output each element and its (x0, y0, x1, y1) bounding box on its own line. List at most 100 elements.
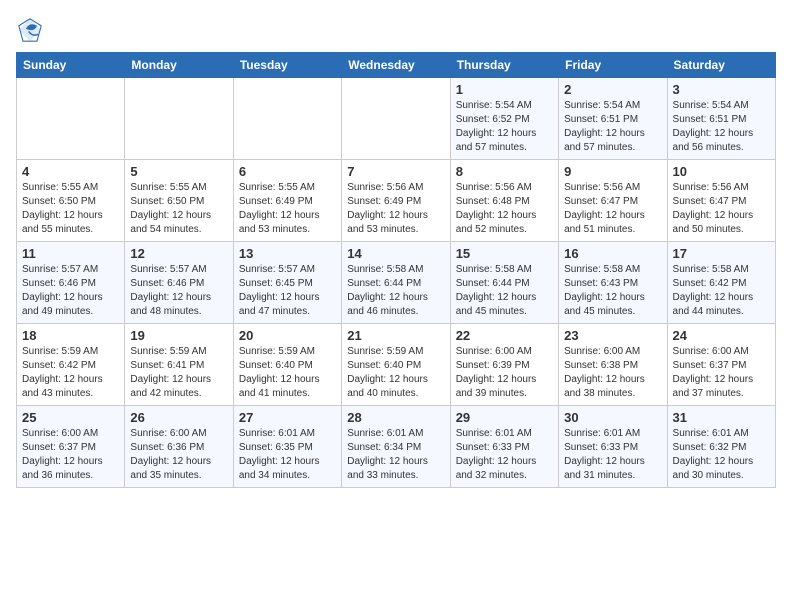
day-info: Sunrise: 5:59 AM Sunset: 6:40 PM Dayligh… (239, 345, 336, 401)
calendar-cell: 12 Sunrise: 5:57 AM Sunset: 6:46 PM Dayli… (125, 242, 233, 324)
day-info: Sunrise: 6:00 AM Sunset: 6:36 PM Dayligh… (130, 427, 227, 483)
calendar-cell: 6Sunrise: 5:55 AM Sunset: 6:49 PM Daylig… (233, 160, 341, 242)
calendar-cell (233, 78, 341, 160)
day-info: Sunrise: 5:56 AM Sunset: 6:47 PM Dayligh… (673, 181, 770, 237)
day-number: 10 (673, 164, 770, 179)
calendar-cell: 18 Sunrise: 5:59 AM Sunset: 6:42 PM Dayli… (17, 324, 125, 406)
header-day-friday: Friday (559, 53, 667, 78)
day-info: Sunrise: 5:55 AM Sunset: 6:50 PM Dayligh… (130, 181, 227, 237)
day-number: 15 (456, 246, 553, 261)
day-number: 6 (239, 164, 336, 179)
calendar-cell: 20 Sunrise: 5:59 AM Sunset: 6:40 PM Dayli… (233, 324, 341, 406)
calendar-table: SundayMondayTuesdayWednesdayThursdayFrid… (16, 52, 776, 488)
day-number: 22 (456, 328, 553, 343)
day-number: 14 (347, 246, 444, 261)
calendar-cell: 15Sunrise: 5:58 AM Sunset: 6:44 PM Dayli… (450, 242, 558, 324)
calendar-cell (125, 78, 233, 160)
calendar-cell: 8 Sunrise: 5:56 AM Sunset: 6:48 PM Daylig… (450, 160, 558, 242)
calendar-cell: 28 Sunrise: 6:01 AM Sunset: 6:34 PM Dayli… (342, 406, 450, 488)
calendar-cell: 1 Sunrise: 5:54 AM Sunset: 6:52 PM Daylig… (450, 78, 558, 160)
calendar-cell: 10 Sunrise: 5:56 AM Sunset: 6:47 PM Dayli… (667, 160, 775, 242)
day-info: Sunrise: 5:54 AM Sunset: 6:51 PM Dayligh… (564, 99, 661, 155)
calendar-cell: 23 Sunrise: 6:00 AM Sunset: 6:38 PM Dayli… (559, 324, 667, 406)
calendar-cell (342, 78, 450, 160)
calendar-cell: 3 Sunrise: 5:54 AM Sunset: 6:51 PM Daylig… (667, 78, 775, 160)
day-info: Sunrise: 5:59 AM Sunset: 6:40 PM Dayligh… (347, 345, 444, 401)
logo (16, 16, 48, 44)
day-number: 19 (130, 328, 227, 343)
day-number: 28 (347, 410, 444, 425)
day-info: Sunrise: 6:00 AM Sunset: 6:39 PM Dayligh… (456, 345, 553, 401)
calendar-cell: 25 Sunrise: 6:00 AM Sunset: 6:37 PM Dayli… (17, 406, 125, 488)
day-info: Sunrise: 5:59 AM Sunset: 6:41 PM Dayligh… (130, 345, 227, 401)
day-number: 2 (564, 82, 661, 97)
calendar-cell: 16 Sunrise: 5:58 AM Sunset: 6:43 PM Dayli… (559, 242, 667, 324)
week-row-2: 4 Sunrise: 5:55 AM Sunset: 6:50 PM Daylig… (17, 160, 776, 242)
page-header (16, 16, 776, 44)
header-day-monday: Monday (125, 53, 233, 78)
day-number: 1 (456, 82, 553, 97)
calendar-cell: 7Sunrise: 5:56 AM Sunset: 6:49 PM Daylig… (342, 160, 450, 242)
day-number: 23 (564, 328, 661, 343)
day-number: 16 (564, 246, 661, 261)
day-info: Sunrise: 5:58 AM Sunset: 6:43 PM Dayligh… (564, 263, 661, 319)
day-number: 31 (673, 410, 770, 425)
day-info: Sunrise: 5:54 AM Sunset: 6:51 PM Dayligh… (673, 99, 770, 155)
day-info: Sunrise: 6:01 AM Sunset: 6:34 PM Dayligh… (347, 427, 444, 483)
day-info: Sunrise: 6:01 AM Sunset: 6:35 PM Dayligh… (239, 427, 336, 483)
calendar-cell: 11Sunrise: 5:57 AM Sunset: 6:46 PM Dayli… (17, 242, 125, 324)
day-number: 11 (22, 246, 119, 261)
day-info: Sunrise: 5:57 AM Sunset: 6:45 PM Dayligh… (239, 263, 336, 319)
day-info: Sunrise: 5:58 AM Sunset: 6:44 PM Dayligh… (347, 263, 444, 319)
calendar-header: SundayMondayTuesdayWednesdayThursdayFrid… (17, 53, 776, 78)
week-row-3: 11 Sunrise: 5:57 AM Sunset: 6:46 PM Dayli… (17, 242, 776, 324)
day-number: 29 (456, 410, 553, 425)
calendar-cell: 22 Sunrise: 6:00 AM Sunset: 6:39 PM Dayli… (450, 324, 558, 406)
day-number: 9 (564, 164, 661, 179)
day-number: 3 (673, 82, 770, 97)
week-row-1: 1 Sunrise: 5:54 AM Sunset: 6:52 PM Daylig… (17, 78, 776, 160)
day-info: Sunrise: 5:56 AM Sunset: 6:48 PM Dayligh… (456, 181, 553, 237)
day-info: Sunrise: 5:57 AM Sunset: 6:46 PM Dayligh… (130, 263, 227, 319)
calendar-cell: 2 Sunrise: 5:54 AM Sunset: 6:51 PM Daylig… (559, 78, 667, 160)
calendar-cell: 9 Sunrise: 5:56 AM Sunset: 6:47 PM Daylig… (559, 160, 667, 242)
day-number: 4 (22, 164, 119, 179)
day-info: Sunrise: 6:01 AM Sunset: 6:33 PM Dayligh… (564, 427, 661, 483)
header-day-sunday: Sunday (17, 53, 125, 78)
day-info: Sunrise: 5:59 AM Sunset: 6:42 PM Dayligh… (22, 345, 119, 401)
header-day-saturday: Saturday (667, 53, 775, 78)
day-number: 18 (22, 328, 119, 343)
day-info: Sunrise: 6:01 AM Sunset: 6:33 PM Dayligh… (456, 427, 553, 483)
day-info: Sunrise: 6:01 AM Sunset: 6:32 PM Dayligh… (673, 427, 770, 483)
day-info: Sunrise: 5:56 AM Sunset: 6:47 PM Dayligh… (564, 181, 661, 237)
day-number: 30 (564, 410, 661, 425)
calendar-cell: 24 Sunrise: 6:00 AM Sunset: 6:37 PM Dayli… (667, 324, 775, 406)
day-number: 24 (673, 328, 770, 343)
day-number: 13 (239, 246, 336, 261)
day-number: 27 (239, 410, 336, 425)
header-row: SundayMondayTuesdayWednesdayThursdayFrid… (17, 53, 776, 78)
calendar-cell: 31 Sunrise: 6:01 AM Sunset: 6:32 PM Dayli… (667, 406, 775, 488)
day-info: Sunrise: 5:54 AM Sunset: 6:52 PM Dayligh… (456, 99, 553, 155)
week-row-4: 18 Sunrise: 5:59 AM Sunset: 6:42 PM Dayli… (17, 324, 776, 406)
header-day-tuesday: Tuesday (233, 53, 341, 78)
calendar-cell: 29 Sunrise: 6:01 AM Sunset: 6:33 PM Dayli… (450, 406, 558, 488)
day-number: 26 (130, 410, 227, 425)
header-day-thursday: Thursday (450, 53, 558, 78)
day-number: 25 (22, 410, 119, 425)
day-number: 5 (130, 164, 227, 179)
logo-icon (16, 16, 44, 44)
day-number: 20 (239, 328, 336, 343)
calendar-cell: 5 Sunrise: 5:55 AM Sunset: 6:50 PM Daylig… (125, 160, 233, 242)
day-number: 8 (456, 164, 553, 179)
calendar-cell: 13 Sunrise: 5:57 AM Sunset: 6:45 PM Dayli… (233, 242, 341, 324)
calendar-body: 1 Sunrise: 5:54 AM Sunset: 6:52 PM Daylig… (17, 78, 776, 488)
day-number: 12 (130, 246, 227, 261)
calendar-cell: 27 Sunrise: 6:01 AM Sunset: 6:35 PM Dayli… (233, 406, 341, 488)
day-info: Sunrise: 6:00 AM Sunset: 6:38 PM Dayligh… (564, 345, 661, 401)
calendar-cell: 19 Sunrise: 5:59 AM Sunset: 6:41 PM Dayli… (125, 324, 233, 406)
day-info: Sunrise: 6:00 AM Sunset: 6:37 PM Dayligh… (22, 427, 119, 483)
calendar-cell (17, 78, 125, 160)
day-info: Sunrise: 5:56 AM Sunset: 6:49 PM Dayligh… (347, 181, 444, 237)
day-info: Sunrise: 6:00 AM Sunset: 6:37 PM Dayligh… (673, 345, 770, 401)
